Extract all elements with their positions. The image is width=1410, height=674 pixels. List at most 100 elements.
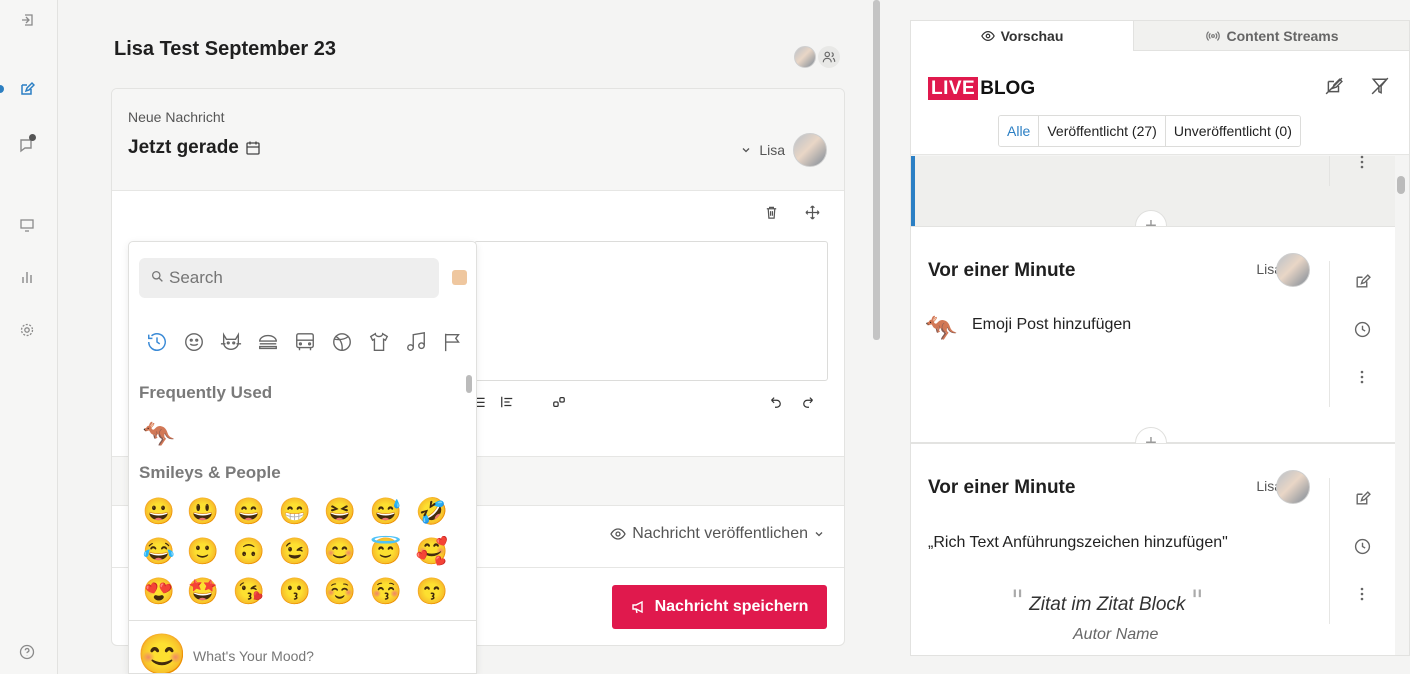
card-label: Neue Nachricht	[128, 109, 225, 125]
save-button[interactable]: Nachricht speichern	[612, 585, 827, 629]
align-icon[interactable]	[500, 395, 514, 412]
clock-icon[interactable]	[1354, 321, 1371, 338]
more-icon[interactable]	[1354, 369, 1370, 385]
emoji[interactable]: 😚	[366, 576, 406, 607]
notification-dot	[29, 134, 36, 141]
quote-close-icon: "	[1190, 584, 1204, 617]
clock-icon[interactable]	[1354, 538, 1371, 555]
collaborators[interactable]	[794, 46, 840, 68]
emoji[interactable]: ☺️	[320, 576, 360, 607]
publish-selector[interactable]: Nachricht veröffentlichen	[610, 525, 824, 543]
author-avatar	[793, 133, 827, 167]
time-label: Jetzt gerade	[128, 137, 239, 158]
emoji-categories	[143, 328, 467, 356]
emoji[interactable]: 🤣	[412, 496, 452, 527]
cat-icon[interactable]	[217, 328, 245, 356]
post-item[interactable]: Vor einer Minute Lisa 🦘 Emoji Post hinzu…	[911, 226, 1395, 443]
card-header: Neue Nachricht Jetzt gerade Lisa	[112, 89, 844, 191]
emoji[interactable]: 😇	[366, 536, 406, 567]
emoji[interactable]: 🙃	[229, 536, 269, 567]
post-avatar	[1276, 470, 1310, 504]
stats-icon[interactable]	[16, 266, 38, 288]
active-indicator	[0, 85, 4, 93]
emoji[interactable]: 😆	[320, 496, 360, 527]
emoji[interactable]: 🤩	[183, 576, 223, 607]
tab-content-streams[interactable]: Content Streams	[1133, 21, 1409, 51]
move-icon[interactable]	[805, 205, 820, 220]
mood-emoji[interactable]: 😊	[137, 631, 187, 673]
author-selector[interactable]: Lisa	[741, 133, 827, 167]
tab-preview[interactable]: Vorschau	[911, 21, 1133, 51]
help-icon[interactable]	[16, 641, 38, 663]
edit-icon[interactable]	[1354, 273, 1371, 290]
emoji[interactable]: 😍	[139, 576, 179, 607]
display-icon[interactable]	[16, 214, 38, 236]
scrollbar[interactable]	[1397, 176, 1405, 194]
recent-icon[interactable]	[143, 328, 171, 356]
redo-icon[interactable]	[802, 395, 816, 412]
save-label: Nachricht speichern	[654, 598, 809, 615]
emoji[interactable]: 😃	[183, 496, 223, 527]
text-editor[interactable]	[474, 241, 828, 381]
more-icon[interactable]	[1354, 586, 1370, 602]
flag-icon[interactable]	[439, 328, 467, 356]
block-tools	[764, 205, 820, 220]
scrollbar[interactable]	[873, 0, 880, 340]
tab-content-streams-label: Content Streams	[1226, 27, 1339, 44]
bus-icon[interactable]	[291, 328, 319, 356]
panel-splitter[interactable]	[870, 0, 880, 674]
emoji[interactable]: 😂	[139, 536, 179, 567]
more-icon[interactable]	[1354, 154, 1370, 170]
filter-published[interactable]: Veröffentlicht (27)	[1038, 116, 1165, 146]
emoji[interactable]: 😘	[229, 576, 269, 607]
emoji[interactable]: 🥰	[412, 536, 452, 567]
ball-icon[interactable]	[328, 328, 356, 356]
chevron-down-icon	[815, 532, 823, 537]
post-text: „Rich Text Anführungszeichen hinzufügen"	[928, 534, 1228, 551]
people-icon[interactable]	[818, 46, 840, 68]
emoji-search-input[interactable]	[139, 258, 439, 298]
scrollbar[interactable]	[466, 375, 472, 393]
edit-icon[interactable]	[16, 78, 38, 100]
emoji[interactable]: 😗	[275, 576, 315, 607]
format-toolbar: ☰	[474, 395, 828, 415]
tab-preview-label: Vorschau	[1000, 28, 1064, 44]
shirt-icon[interactable]	[365, 328, 393, 356]
emoji[interactable]: 😅	[366, 496, 406, 527]
page-title: Lisa Test September 23	[114, 38, 336, 60]
calendar-icon[interactable]	[245, 140, 261, 156]
broadcast-icon	[1206, 30, 1221, 41]
filter-all[interactable]: Alle	[999, 116, 1039, 146]
post-item[interactable]: Vor einer Minute Lisa „Rich Text Anführu…	[911, 443, 1395, 655]
trash-icon[interactable]	[764, 205, 779, 220]
undo-icon[interactable]	[768, 395, 782, 412]
mood-placeholder: What's Your Mood?	[193, 648, 314, 664]
emoji[interactable]: 😀	[139, 496, 179, 527]
post-feed: + Vor einer Minute Lisa 🦘 Emoji Post hin…	[911, 154, 1395, 655]
edit-icon[interactable]	[1354, 490, 1371, 507]
emoji[interactable]: 😁	[275, 496, 315, 527]
link-icon[interactable]	[552, 395, 566, 412]
smiley-icon[interactable]	[180, 328, 208, 356]
search-icon	[151, 270, 164, 288]
post-actions	[1329, 261, 1395, 407]
comments-icon[interactable]	[16, 134, 38, 156]
time-selector[interactable]: Jetzt gerade	[128, 137, 261, 159]
skin-tone-selector[interactable]	[452, 270, 467, 285]
edit-off-icon[interactable]	[1325, 77, 1343, 95]
emoji[interactable]: 😉	[275, 536, 315, 567]
filter-unpublished[interactable]: Unveröffentlicht (0)	[1164, 116, 1300, 146]
filter-off-icon[interactable]	[1371, 77, 1389, 95]
emoji[interactable]: 😊	[320, 536, 360, 567]
emoji[interactable]: 🦘	[139, 419, 179, 450]
emoji[interactable]: 🙂	[183, 536, 223, 567]
publish-label: Nachricht veröffentlichen	[632, 525, 808, 542]
eye-icon	[610, 528, 626, 540]
music-icon[interactable]	[402, 328, 430, 356]
exit-icon[interactable]	[16, 9, 38, 31]
food-icon[interactable]	[254, 328, 282, 356]
settings-icon[interactable]	[16, 319, 38, 341]
emoji[interactable]: 😄	[229, 496, 269, 527]
liveblog-logo: LIVE BLOG	[928, 77, 1035, 100]
emoji[interactable]: 😙	[412, 576, 452, 607]
